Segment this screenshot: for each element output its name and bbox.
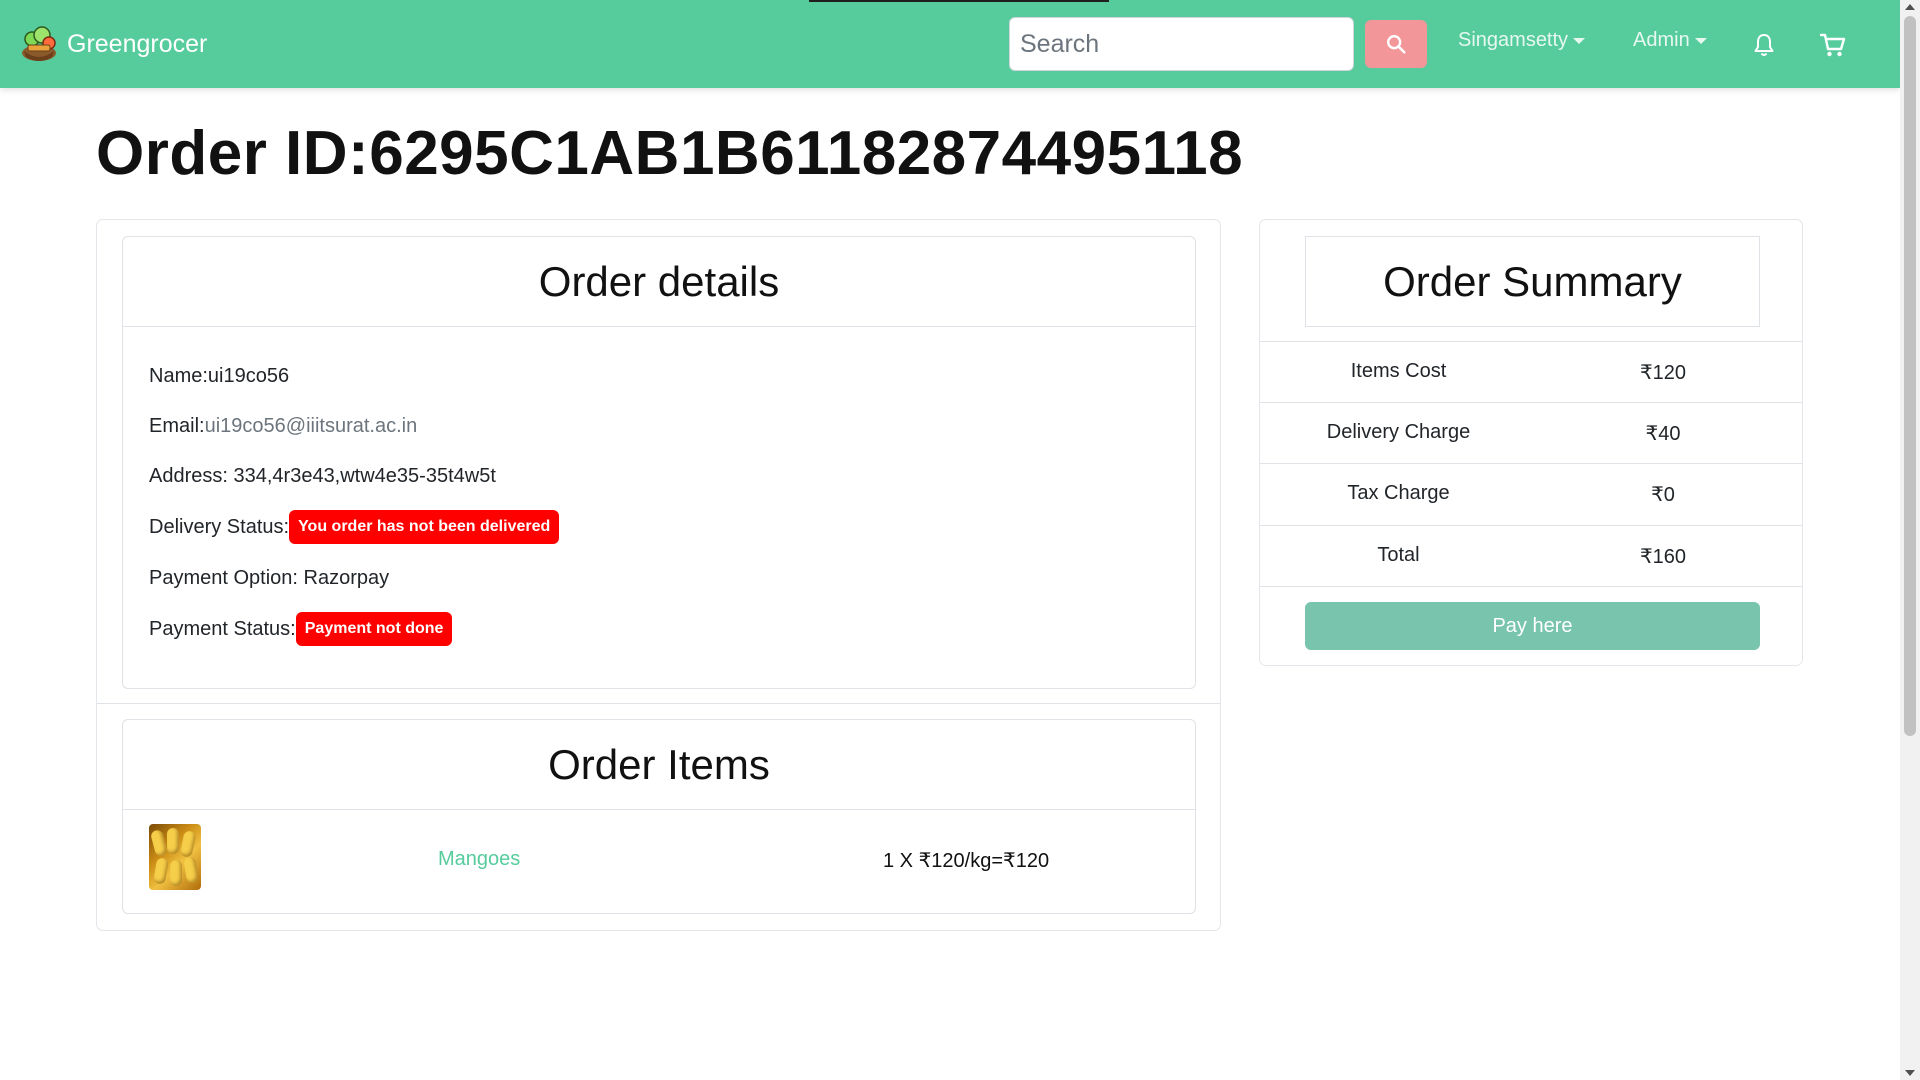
summary-label: Items Cost <box>1350 360 1447 382</box>
summary-label: Delivery Charge <box>1326 421 1471 443</box>
order-items-heading: Order Items <box>548 740 770 788</box>
chevron-down-icon <box>1694 37 1707 44</box>
search-button[interactable] <box>1365 20 1427 68</box>
email-label: Email: <box>149 414 205 437</box>
summary-row-items-cost: Items Cost ₹120 <box>1260 341 1802 402</box>
admin-dropdown-label: Admin <box>1633 29 1690 51</box>
user-dropdown-label: Singamsetty <box>1458 29 1569 51</box>
name-label: Name: <box>149 364 208 387</box>
top-navbar: Greengrocer Singamsetty Admin <box>0 0 1900 88</box>
detail-address-row: Address: 334,4r3e43,wtw4e35-35t4w5t <box>149 462 1169 490</box>
address-label: Address: <box>149 464 234 487</box>
summary-value: ₹160 <box>1639 546 1687 568</box>
address-value: 334,4r3e43,wtw4e35-35t4w5t <box>233 464 496 487</box>
scroll-down-icon[interactable] <box>1905 1070 1915 1076</box>
order-details-heading: Order details <box>538 257 780 305</box>
item-name-link[interactable]: Mangoes <box>438 848 520 871</box>
payment-option-value: Razorpay <box>303 566 390 589</box>
scroll-up-icon[interactable] <box>1905 4 1915 10</box>
detail-payment-status-row: Payment Status: Payment not done <box>149 612 1169 646</box>
order-details-header: Order details <box>122 236 1196 327</box>
summary-row-tax-charge: Tax Charge ₹0 <box>1260 463 1802 524</box>
order-main-card: Order details Name: ui19co56 Email: ui19co… <box>96 219 1221 931</box>
item-thumbnail[interactable] <box>149 824 201 890</box>
pay-here-button[interactable]: Pay here <box>1305 602 1760 650</box>
email-value: ui19co56@iiitsurat.ac.in <box>204 414 418 437</box>
user-dropdown[interactable]: Singamsetty <box>1458 29 1586 52</box>
card-divider <box>97 703 1220 704</box>
order-items-header: Order Items <box>122 719 1196 810</box>
order-summary-heading: Order Summary <box>1383 257 1682 305</box>
order-summary-card: Order Summary Items Cost ₹120 Delivery C… <box>1259 219 1803 666</box>
detail-name-row: Name: ui19co56 <box>149 362 1169 390</box>
logo-icon <box>22 26 56 61</box>
notifications-button[interactable] <box>1747 28 1781 62</box>
summary-value: ₹0 <box>1651 484 1675 506</box>
brand-name: Greengrocer <box>67 29 208 58</box>
chevron-down-icon <box>1573 37 1586 44</box>
scrollbar-thumb[interactable] <box>1904 16 1916 736</box>
search-input[interactable] <box>1009 17 1354 71</box>
order-details-body: Name: ui19co56 Email: ui19co56@iiitsurat.a… <box>122 326 1196 689</box>
summary-row-total: Total ₹160 <box>1260 525 1802 587</box>
payment-option-label: Payment Option: <box>149 566 304 589</box>
order-item-row: Mangoes 1 X ₹120/kg=₹120 <box>122 809 1196 914</box>
detail-email-row: Email: ui19co56@iiitsurat.ac.in <box>149 412 1169 440</box>
tab-indicator-line <box>809 0 1109 2</box>
order-summary-header: Order Summary <box>1305 236 1760 327</box>
summary-value: ₹120 <box>1639 362 1687 384</box>
item-price-line: 1 X ₹120/kg=₹120 <box>883 850 1050 872</box>
summary-label: Tax Charge <box>1347 482 1450 504</box>
page-scrollbar[interactable] <box>1900 0 1920 1080</box>
summary-value: ₹40 <box>1645 423 1681 445</box>
search-icon <box>1387 35 1406 54</box>
admin-dropdown[interactable]: Admin <box>1633 29 1707 52</box>
summary-row-delivery-charge: Delivery Charge ₹40 <box>1260 402 1802 463</box>
payment-status-label: Payment Status: <box>149 617 296 640</box>
delivery-status-badge: You order has not been delivered <box>289 510 560 544</box>
cart-icon <box>1819 33 1846 57</box>
page-title: Order ID:6295C1AB1B61182874495118 <box>96 119 1244 188</box>
brand-link[interactable]: Greengrocer <box>18 20 207 68</box>
name-value: ui19co56 <box>207 364 290 387</box>
detail-delivery-row: Delivery Status: You order has not been d… <box>149 510 1169 544</box>
payment-status-badge: Payment not done <box>295 612 453 646</box>
delivery-status-label: Delivery Status: <box>149 515 290 538</box>
cart-button[interactable] <box>1816 28 1850 62</box>
detail-payment-option-row: Payment Option: Razorpay <box>149 564 1169 592</box>
bell-icon <box>1754 34 1774 56</box>
summary-label: Total <box>1377 544 1420 566</box>
